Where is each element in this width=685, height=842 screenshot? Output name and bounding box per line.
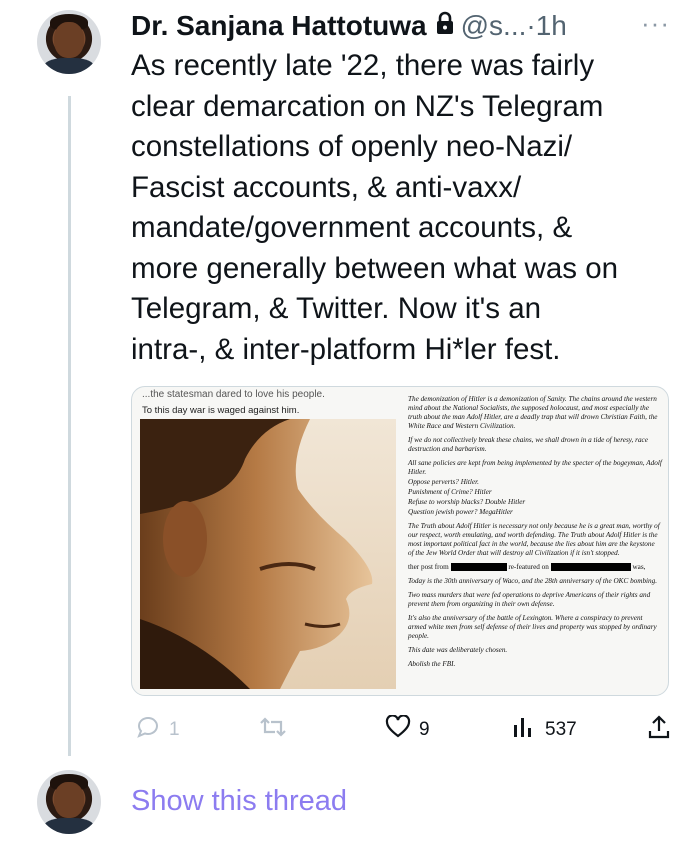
media-caption: To this day war is waged against him. xyxy=(142,405,300,416)
avatar-face xyxy=(54,22,84,58)
author-avatar[interactable] xyxy=(37,10,101,74)
retweet-button[interactable] xyxy=(259,715,295,745)
avatar-shirt xyxy=(43,818,95,834)
thread-connector-line xyxy=(68,96,71,756)
retweet-icon xyxy=(259,715,295,745)
thread-author-avatar[interactable] xyxy=(37,770,101,834)
tweet-line: constellations of openly neo-Nazi/ xyxy=(131,130,573,163)
tweet-timestamp[interactable]: 1h xyxy=(536,10,567,42)
screenshot-text-document: The demonization of Hitler is a demoniza… xyxy=(408,395,662,687)
doc-paragraph: Two mass murders that were fed operation… xyxy=(408,591,651,608)
reply-count: 1 xyxy=(169,719,180,740)
tweet-line: Fascist accounts, & anti-vaxx/ xyxy=(131,170,522,204)
tweet-action-bar: 1 9 537 xyxy=(131,714,679,755)
more-options-icon[interactable]: ··· xyxy=(641,8,670,39)
reply-button[interactable]: 1 xyxy=(135,715,180,745)
tweet-line: clear demarcation on NZ's Telegram xyxy=(131,89,604,123)
redaction-bar xyxy=(550,563,631,572)
doc-paragraph: It's also the anniversary of the battle … xyxy=(408,614,657,640)
doc-paragraph: Oppose perverts? Hitler. xyxy=(408,478,479,486)
views-count: 537 xyxy=(545,719,577,740)
media-top-text: ...the statesman dared to love his peopl… xyxy=(142,389,325,400)
like-button[interactable]: 9 xyxy=(385,714,430,745)
tweet-header: Dr. Sanjana Hattotuwa @s... · 1h ··· xyxy=(131,6,676,46)
author-name[interactable]: Dr. Sanjana Hattotuwa xyxy=(131,10,427,42)
doc-text: was, xyxy=(632,563,646,571)
doc-paragraph: If we do not collectively break these ch… xyxy=(408,436,648,453)
header-separator: · xyxy=(526,10,536,41)
avatar-face xyxy=(54,782,84,818)
views-button[interactable]: 537 xyxy=(511,715,577,745)
doc-text: re-featured on xyxy=(508,563,549,571)
tweet-line: more generally between what was on xyxy=(131,251,619,285)
heart-icon xyxy=(385,714,419,745)
doc-paragraph: Question jewish power? MegaHitler xyxy=(408,508,513,516)
doc-paragraph: This date was deliberately chosen. xyxy=(408,646,508,654)
tweet-line: As recently late '22, there was fairly xyxy=(131,49,595,82)
doc-redacted-line: ther post from re-featured on was, xyxy=(408,563,662,572)
reply-icon xyxy=(135,715,169,745)
redaction-bar xyxy=(450,563,507,572)
tweet-body: As recently late '22, there was fairly c… xyxy=(131,46,676,370)
avatar-shirt xyxy=(43,58,95,74)
share-button[interactable] xyxy=(647,715,679,745)
doc-paragraph: Refuse to worship blacks? Double Hitler xyxy=(408,498,526,506)
like-count: 9 xyxy=(419,719,430,740)
doc-paragraph: Punishment of Crime? Hitler xyxy=(408,488,492,496)
author-handle[interactable]: @s... xyxy=(461,10,527,42)
sepia-portrait-image xyxy=(140,419,396,689)
doc-text: ther post from xyxy=(408,563,449,571)
doc-paragraph: All sane policies are kept from being im… xyxy=(408,459,662,476)
tweet-line: intra-, & inter-platform Hi*ler fest. xyxy=(131,332,561,366)
doc-paragraph: The demonization of Hitler is a demoniza… xyxy=(408,395,658,430)
share-icon xyxy=(647,714,679,746)
doc-paragraph: Abolish the FBI. xyxy=(408,660,456,668)
show-thread-link[interactable]: Show this thread xyxy=(131,785,347,818)
lock-icon xyxy=(435,10,455,42)
doc-paragraph: The Truth about Adolf Hitler is necessar… xyxy=(408,522,660,557)
tweet-line: Telegram, & Twitter. Now it's an xyxy=(131,292,542,325)
doc-paragraph: Today is the 30th anniversary of Waco, a… xyxy=(408,577,658,585)
analytics-icon xyxy=(511,715,545,745)
tweet-line: mandate/government accounts, & xyxy=(131,211,573,244)
tweet-media-image[interactable]: ...the statesman dared to love his peopl… xyxy=(131,386,669,696)
